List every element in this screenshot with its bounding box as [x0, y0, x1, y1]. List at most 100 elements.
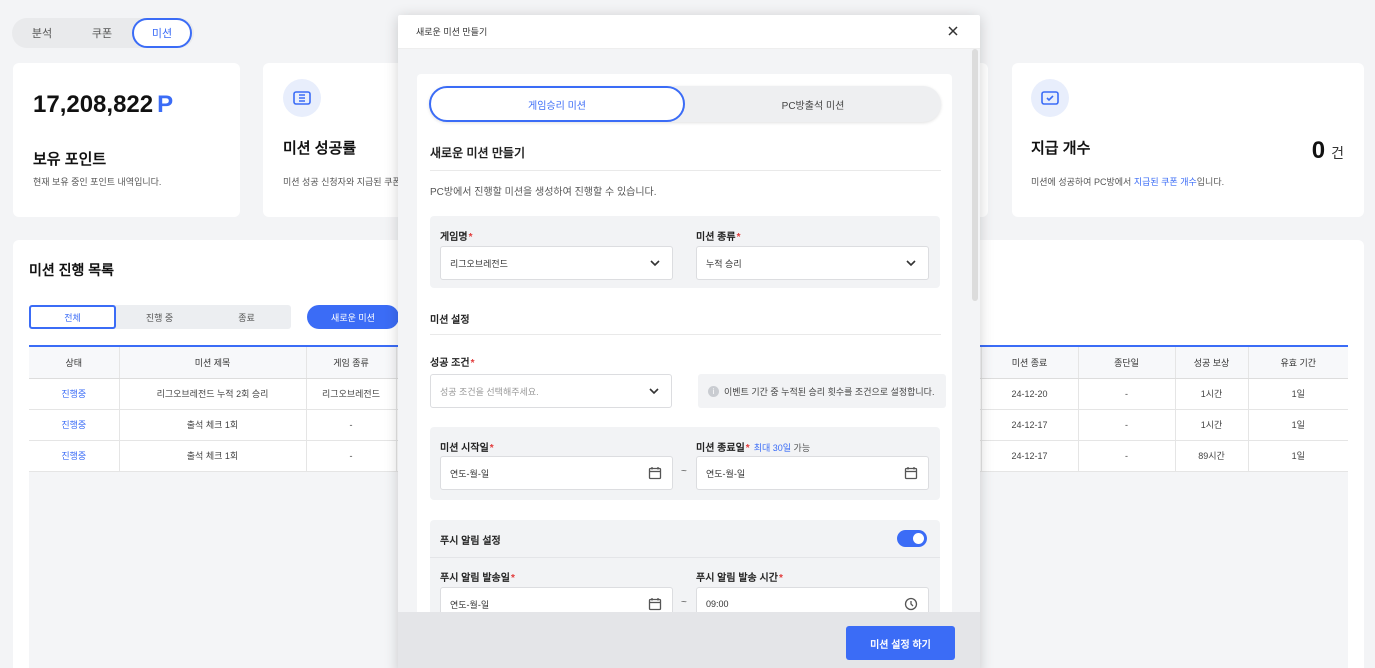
tab-analysis[interactable]: 분석	[12, 18, 72, 48]
info-icon: i	[708, 385, 719, 397]
points-unit: P	[157, 91, 174, 118]
required-mark: *	[510, 573, 515, 584]
chevron-down-icon	[649, 388, 659, 395]
points-desc: 현재 보유 중인 포인트 내역입니다.	[33, 177, 162, 187]
col-game: 게임 종류	[306, 345, 397, 379]
tab-mission[interactable]: 미션	[132, 18, 192, 48]
push-time-input[interactable]: 09:00	[696, 587, 929, 612]
page-tabs: 분석 쿠폰 미션	[12, 18, 194, 48]
condition-label-text: 성공 조건	[430, 358, 470, 369]
push-date-input[interactable]: 연도-월-일	[440, 587, 673, 612]
condition-select-placeholder: 성공 조건을 선택해주세요.	[440, 386, 539, 397]
mission-date-box: 미션 시작일* 연도-월-일 ~ 미션 종료일* 최대 30일 가능 연도-월-일	[430, 427, 940, 500]
issue-desc-suffix: 입니다.	[1196, 177, 1225, 187]
modal-footer: 미션 설정 하기	[398, 612, 980, 668]
filter-all[interactable]: 전체	[29, 305, 116, 329]
col-title: 미션 제목	[119, 345, 307, 379]
row-end: 24-12-17	[981, 409, 1079, 441]
modal-title: 새로운 미션 만들기	[416, 27, 488, 37]
start-date-input[interactable]: 연도-월-일	[440, 456, 673, 490]
push-time-value: 09:00	[706, 599, 729, 609]
divider	[430, 334, 941, 335]
push-date-value: 연도-월-일	[450, 599, 490, 610]
success-rate-desc: 미션 성공 신청자와 지급된 쿠폰	[283, 177, 401, 187]
points-title: 보유 포인트	[33, 151, 107, 168]
issue-count-number: 0	[1311, 137, 1326, 164]
push-toggle[interactable]	[897, 530, 927, 547]
issue-count-unit: 건	[1331, 145, 1344, 161]
row-valid: 1일	[1248, 440, 1348, 472]
filter-in-progress[interactable]: 진행 중	[116, 305, 203, 329]
modal-scrollbar[interactable]	[972, 49, 978, 301]
mission-type-label-text: 미션 종류	[696, 232, 736, 243]
row-title: 출석 체크 1회	[119, 409, 307, 441]
new-mission-modal: 새로운 미션 만들기 게임승리 미션 PC방출석 미션 새로운 미션 만들기 P…	[398, 15, 980, 668]
push-title: 푸시 알림 설정	[440, 536, 501, 547]
chevron-down-icon	[906, 260, 916, 267]
row-stop: -	[1078, 378, 1176, 410]
calendar-icon	[648, 598, 662, 611]
row-status: 진행중	[29, 378, 120, 410]
end-date-hint: 최대 30일	[753, 443, 792, 453]
form-section-desc: PC방에서 진행할 미션을 생성하여 진행할 수 있습니다.	[430, 187, 657, 198]
tab-pc-attendance-mission[interactable]: PC방출석 미션	[685, 86, 941, 122]
required-mark: *	[778, 573, 783, 584]
mission-form-card: 게임승리 미션 PC방출석 미션 새로운 미션 만들기 PC방에서 진행할 미션…	[417, 74, 952, 612]
tab-coupon[interactable]: 쿠폰	[72, 18, 132, 48]
calendar-icon	[904, 467, 918, 480]
close-icon[interactable]	[946, 24, 960, 38]
success-rate-title: 미션 성공률	[283, 140, 357, 157]
end-date-input[interactable]: 연도-월-일	[696, 456, 929, 490]
mission-list-title: 미션 진행 목록	[29, 262, 115, 278]
issue-count-card: 지급 개수 0건 미션에 성공하여 PC방에서 지급된 쿠폰 개수입니다.	[1012, 63, 1364, 217]
push-settings-box: 푸시 알림 설정 푸시 알림 발송일* 연도-월-일 ~ 푸시 알림 발송 시간…	[430, 520, 940, 612]
game-select[interactable]: 리그오브레전드	[440, 246, 673, 280]
game-select-box: 게임명* 리그오브레전드 미션 종류* 누적 승리	[430, 216, 940, 288]
chevron-down-icon	[650, 260, 660, 267]
calendar-icon	[648, 467, 662, 480]
issue-count-value: 0건	[1312, 137, 1344, 165]
row-reward: 1시간	[1175, 378, 1249, 410]
ticket-icon	[283, 79, 321, 117]
mission-type-select[interactable]: 누적 승리	[696, 246, 929, 280]
col-end: 미션 종료	[981, 345, 1079, 379]
row-stop: -	[1078, 409, 1176, 441]
row-status: 진행중	[29, 409, 120, 441]
row-game: 리그오브레전드	[306, 378, 397, 410]
new-mission-button[interactable]: 새로운 미션	[307, 305, 399, 329]
submit-mission-button[interactable]: 미션 설정 하기	[846, 626, 955, 660]
end-date-hint-suffix: 가능	[791, 443, 811, 453]
tab-game-win-mission[interactable]: 게임승리 미션	[429, 86, 685, 122]
mission-type-label: 미션 종류*	[696, 228, 741, 243]
issue-count-desc: 미션에 성공하여 PC방에서 지급된 쿠폰 개수입니다.	[1031, 175, 1224, 188]
row-reward: 89시간	[1175, 440, 1249, 472]
push-date-label-text: 푸시 알림 발송일	[440, 573, 510, 584]
row-title: 리그오브레전드 누적 2회 승리	[119, 378, 307, 410]
modal-header: 새로운 미션 만들기	[398, 15, 980, 49]
condition-info: i 이벤트 기간 중 누적된 승리 횟수를 조건으로 설정합니다.	[698, 374, 946, 408]
col-stop: 종단일	[1078, 345, 1176, 379]
end-date-label-text: 미션 종료일	[696, 443, 745, 454]
issue-count-title: 지급 개수	[1031, 140, 1091, 157]
condition-select[interactable]: 성공 조건을 선택해주세요.	[430, 374, 672, 408]
col-valid: 유효 기간	[1248, 345, 1348, 379]
issue-desc-prefix: 미션에 성공하여 PC방에서	[1031, 177, 1134, 187]
row-stop: -	[1078, 440, 1176, 472]
game-label: 게임명*	[440, 228, 473, 243]
required-mark: *	[489, 443, 494, 454]
game-select-value: 리그오브레전드	[450, 258, 508, 269]
start-date-label: 미션 시작일*	[440, 439, 494, 454]
condition-info-text: 이벤트 기간 중 누적된 승리 횟수를 조건으로 설정합니다.	[724, 386, 935, 397]
filter-ended[interactable]: 종료	[203, 305, 290, 329]
required-mark: *	[745, 443, 750, 454]
clock-icon	[904, 597, 918, 611]
end-date-label: 미션 종료일* 최대 30일 가능	[696, 439, 810, 454]
row-end: 24-12-20	[981, 378, 1079, 410]
required-mark: *	[470, 358, 475, 369]
divider	[430, 170, 941, 171]
mission-type-select-value: 누적 승리	[706, 258, 742, 269]
points-amount: 17,208,822	[33, 91, 154, 118]
required-mark: *	[736, 232, 741, 243]
points-value: 17,208,822 P	[33, 91, 173, 119]
ticket-check-icon	[1031, 79, 1069, 117]
